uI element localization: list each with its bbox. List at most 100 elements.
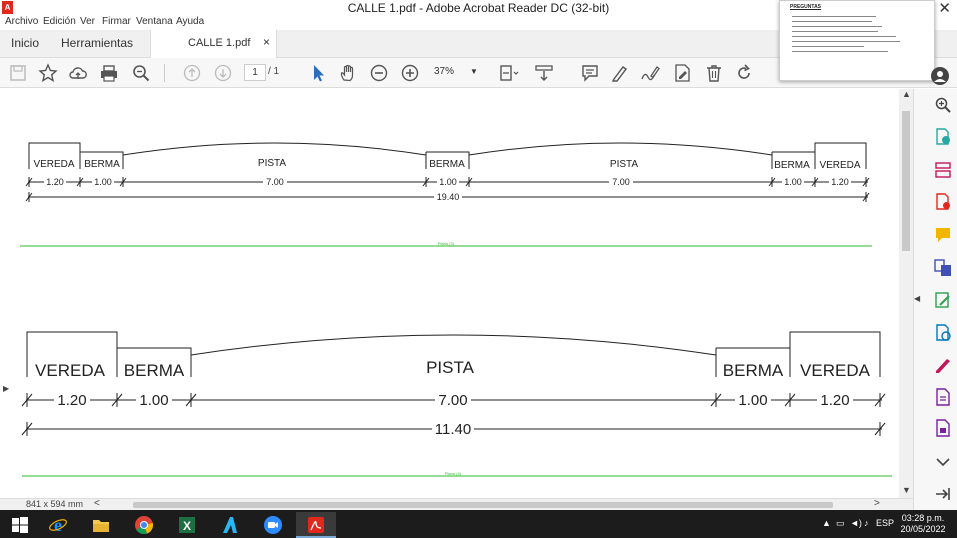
menu-ayuda[interactable]: Ayuda [176,16,204,27]
star-icon[interactable] [38,63,58,83]
zoom-level[interactable]: 37% [434,66,454,77]
combine-files-icon[interactable] [934,259,952,277]
export-pdf-icon[interactable] [934,128,952,146]
comment-tool-icon[interactable] [934,226,952,244]
status-bar: 841 x 594 mm < > [0,498,913,510]
page-up-icon[interactable] [182,63,202,83]
zoom-icon[interactable] [253,512,293,538]
export-image-icon[interactable] [934,324,952,342]
page-fit-icon[interactable] [499,63,519,83]
comment-icon[interactable] [580,63,600,83]
select-cursor-icon[interactable] [308,63,328,83]
autocad-icon[interactable] [210,512,250,538]
dimension-value: 1.00 [94,177,112,187]
scroll-left-icon[interactable]: < [94,498,100,509]
page-down-icon[interactable] [213,63,233,83]
dimension-value: 1.00 [738,392,767,409]
document-canvas[interactable]: VEREDA BERMA PISTA BERMA PISTA BERMA VER… [12,89,899,498]
save-icon[interactable] [8,63,28,83]
acrobat-icon[interactable] [296,512,336,538]
left-panel-toggle[interactable]: ▶ [0,89,12,498]
thumbnail-title: PREGUNTAS [790,4,822,10]
internet-explorer-icon[interactable]: e [38,512,78,538]
zoom-out-icon[interactable] [369,63,389,83]
zoom-search-icon[interactable] [934,96,952,114]
scrollbar-thumb[interactable] [902,111,910,251]
menu-ver[interactable]: Ver [80,16,95,27]
tray-overflow-icon[interactable]: ▲ [822,518,831,528]
thumbnail-text-line [792,31,878,32]
speaker-icon[interactable]: ♪ [864,518,869,528]
scroll-up-icon[interactable]: ▲ [902,89,911,99]
menu-archivo[interactable]: Archivo [5,16,38,27]
print-icon[interactable] [99,63,119,83]
volume-icon[interactable]: ◄) [850,518,862,528]
delete-icon[interactable] [704,63,724,83]
label-berma: BERMA [723,361,784,380]
search-icon[interactable] [131,63,151,83]
scroll-mode-icon[interactable] [534,63,554,83]
tab-document[interactable]: CALLE 1.pdf × [150,30,277,58]
expand-left-panel-icon[interactable]: ▶ [3,384,9,393]
dimension-value: 1.20 [820,392,849,409]
scroll-right-icon[interactable]: > [874,498,880,509]
zoom-in-icon[interactable] [400,63,420,83]
fill-sign-icon[interactable] [934,356,952,374]
collapse-right-panel-icon[interactable]: ◀ [914,294,920,303]
hand-icon[interactable] [338,63,358,83]
label-berma: BERMA [774,160,810,171]
label-pista: PISTA [610,159,638,170]
page-thumbnail-popup[interactable]: PREGUNTAS [779,0,935,81]
horizontal-scrollbar-thumb[interactable] [133,502,833,508]
file-explorer-icon[interactable] [81,512,121,538]
menu-firmar[interactable]: Firmar [102,16,131,27]
organize-pages-icon[interactable] [934,161,952,179]
dimension-value: 1.00 [439,177,457,187]
tab-herramientas[interactable]: Herramientas [61,36,133,50]
menu-edicion[interactable]: Edición [43,16,76,27]
plan-label: Plano (3) [438,241,455,246]
svg-text:e: e [54,515,62,535]
create-pdf-icon[interactable] [934,193,952,211]
menu-ventana[interactable]: Ventana [136,16,173,27]
edit-pdf-icon[interactable] [672,63,692,83]
cloud-upload-icon[interactable] [68,63,88,83]
system-clock[interactable]: 03:28 p.m. 20/05/2022 [898,513,948,535]
thumbnail-text-line [792,21,872,22]
excel-icon[interactable]: X [167,512,207,538]
clock-time: 03:28 p.m. [901,513,945,523]
tab-close-icon[interactable]: × [263,35,270,49]
user-avatar-icon[interactable] [930,66,950,86]
scroll-down-icon[interactable]: ▼ [902,485,911,495]
thumbnail-text-line [792,46,864,47]
vertical-scrollbar[interactable]: ▲ ▼ [899,89,913,498]
dimension-value: 7.00 [612,177,630,187]
windows-start-icon[interactable] [0,512,40,538]
page-number-input[interactable]: 1 [244,64,266,81]
protect-icon[interactable] [934,419,952,437]
sign-icon[interactable] [640,63,660,83]
tab-inicio[interactable]: Inicio [11,36,39,50]
edit-pdf-tool-icon[interactable] [934,291,952,309]
dimension-value: 7.00 [438,392,467,409]
thumbnail-text-line [792,41,900,42]
close-window-icon[interactable]: ✕ [938,0,951,17]
highlight-icon[interactable] [610,63,630,83]
zoom-dropdown-icon[interactable]: ▼ [470,67,478,76]
dimension-value: 1.00 [784,177,802,187]
plan-label: Plano (4) [445,471,462,476]
chrome-icon[interactable] [124,512,164,538]
collapse-panel-icon[interactable] [934,485,952,503]
thumbnail-text-line [792,36,896,37]
right-tools-panel: ◀ [913,89,957,510]
network-icon[interactable]: ▭ [836,518,845,529]
svg-text:X: X [183,519,191,533]
tab-document-label: CALLE 1.pdf [188,37,251,49]
thumbnail-text-line [792,26,882,27]
toolbar-separator [164,64,165,82]
more-tools-chevron-icon[interactable] [934,453,952,471]
dimension-value: 1.20 [831,177,849,187]
scan-document-icon[interactable] [934,388,952,406]
language-indicator[interactable]: ESP [876,518,894,528]
rotate-icon[interactable] [734,63,754,83]
